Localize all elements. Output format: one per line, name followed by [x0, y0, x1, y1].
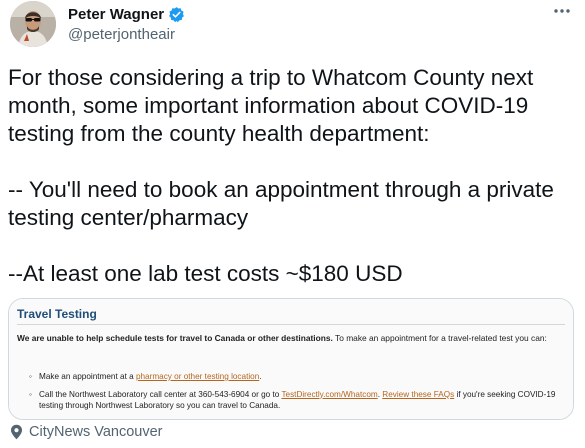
card-divider	[17, 324, 565, 325]
media-card[interactable]: Travel Testing We are unable to help sch…	[8, 298, 574, 420]
card-title: Travel Testing	[17, 307, 97, 321]
tweet-paragraph: -- You'll need to book an appointment th…	[8, 177, 554, 230]
name-row: Peter Wagner	[68, 5, 185, 23]
tweet-text: For those considering a trip to Whatcom …	[8, 64, 578, 288]
location-pin-icon	[11, 424, 22, 440]
list-item: ◦ Make an appointment at a pharmacy or ot…	[29, 371, 565, 383]
avatar-image	[10, 1, 56, 47]
card-source[interactable]: CityNews Vancouver	[10, 424, 163, 440]
list-item-text: Call the Northwest Laboratory call cente…	[39, 389, 282, 399]
card-image: Travel Testing We are unable to help sch…	[9, 299, 573, 419]
avatar[interactable]	[10, 1, 56, 47]
user-handle[interactable]: @peterjontheair	[68, 26, 185, 43]
card-lead: We are unable to help schedule tests for…	[17, 333, 565, 345]
list-item-text: .	[259, 372, 262, 381]
verified-badge-icon	[168, 6, 185, 23]
card-lead-bold: We are unable to help schedule tests for…	[17, 333, 333, 343]
source-label: CityNews Vancouver	[29, 424, 163, 440]
pharmacy-link: pharmacy or other testing location	[135, 372, 260, 381]
list-item-text: Make an appointment at a	[39, 372, 136, 381]
bullet: ◦	[29, 372, 32, 381]
faqs-link: Review these FAQs	[382, 389, 455, 399]
list-item: ◦ Call the Northwest Laboratory call cent…	[29, 389, 565, 412]
tweet-paragraph: For those considering a trip to Whatcom …	[8, 65, 534, 146]
user-info: Peter Wagner @peterjontheair	[68, 5, 185, 43]
tweet-paragraph: --At least one lab test costs ~$180 USD	[8, 261, 403, 286]
card-lead-rest: To make an appointment for a travel-rela…	[332, 333, 547, 343]
testdirectly-link: TestDirectly.com/Whatcom	[281, 389, 378, 399]
bullet: ◦	[29, 389, 32, 399]
display-name[interactable]: Peter Wagner	[68, 6, 164, 23]
card-list: ◦ Make an appointment at a pharmacy or ot…	[29, 371, 565, 418]
more-horizontal-icon[interactable]	[550, 2, 574, 20]
